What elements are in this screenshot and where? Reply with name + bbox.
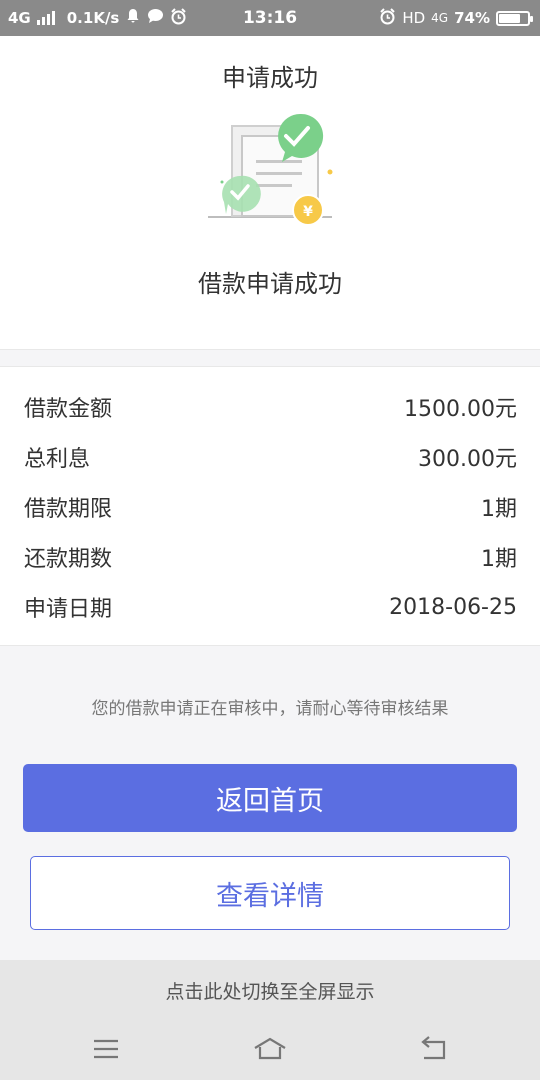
detail-row-application-date: 申请日期 2018-06-25 (24, 589, 517, 625)
document-check-coin-icon: ¥ (200, 106, 340, 226)
network-type-right: 4G (431, 11, 449, 25)
view-details-button[interactable]: 查看详情 (30, 856, 510, 930)
alarm-icon (379, 7, 396, 29)
detail-row-repayment-periods: 还款期数 1期 (24, 539, 517, 575)
status-right: HD 4G 74% (379, 0, 533, 36)
detail-row-loan-term: 借款期限 1期 (24, 489, 517, 525)
review-notice: 您的借款申请正在审核中，请耐心等待审核结果 (91, 699, 449, 719)
detail-value: 300.00元 (418, 447, 517, 472)
page-title: 申请成功 (222, 64, 318, 92)
detail-label: 借款期限 (24, 497, 113, 522)
detail-value: 1期 (481, 547, 517, 572)
detail-value: 1500.00元 (404, 397, 517, 422)
hd-label: HD (402, 9, 426, 27)
menu-icon[interactable] (88, 1034, 124, 1064)
detail-row-loan-amount: 借款金额 1500.00元 (24, 389, 517, 425)
battery-percent: 74% (454, 9, 490, 27)
fullscreen-toggle-bar[interactable]: 点击此处切换至全屏显示 (0, 960, 540, 1020)
detail-label: 申请日期 (24, 597, 113, 622)
result-header-card: 申请成功 ¥ 借款申请成功 (0, 36, 540, 350)
result-title: 借款申请成功 (198, 270, 342, 298)
status-bar: 4G 0.1K/s 13:16 HD 4G 74% (0, 0, 540, 36)
detail-label: 还款期数 (24, 547, 113, 572)
detail-label: 借款金额 (24, 397, 113, 422)
battery-icon (496, 10, 533, 26)
detail-value: 1期 (481, 497, 517, 522)
home-icon[interactable] (252, 1034, 288, 1064)
system-navigation-bar (0, 1020, 540, 1080)
detail-row-total-interest: 总利息 300.00元 (24, 439, 517, 475)
svg-text:¥: ¥ (303, 204, 313, 220)
loan-details-card: 借款金额 1500.00元 总利息 300.00元 借款期限 1期 还款期数 1… (0, 366, 540, 646)
battery-fill (499, 13, 520, 23)
detail-value: 2018-06-25 (389, 594, 517, 620)
back-icon[interactable] (416, 1034, 452, 1064)
back-home-button[interactable]: 返回首页 (23, 764, 517, 832)
detail-label: 总利息 (24, 447, 91, 472)
